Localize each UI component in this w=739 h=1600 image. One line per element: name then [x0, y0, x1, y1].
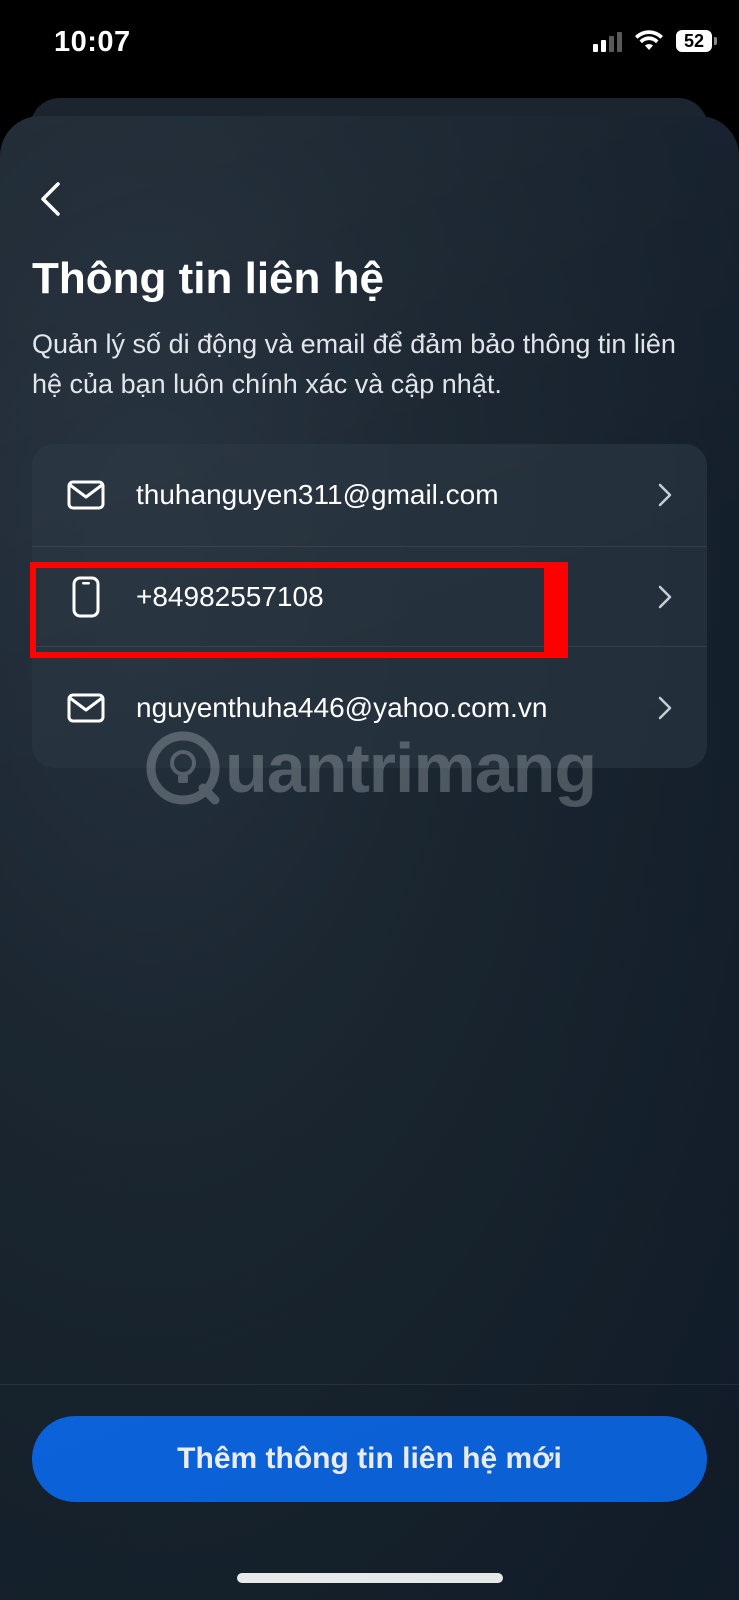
contact-email-value: nguyenthuha446@yahoo.com.vn: [136, 691, 548, 723]
mail-icon: [66, 688, 106, 728]
contact-email-value: thuhanguyen311@gmail.com: [136, 479, 499, 510]
status-time: 10:07: [54, 26, 131, 58]
footer-divider: [0, 1384, 739, 1385]
battery-level: 52: [676, 30, 712, 52]
home-indicator: [237, 1573, 503, 1583]
status-icons: 52: [593, 30, 717, 52]
chevron-left-icon: [41, 182, 60, 216]
page-title: Thông tin liên hệ: [32, 254, 384, 303]
phone-icon: [66, 576, 106, 617]
chevron-right-icon: [658, 483, 672, 507]
signal-icon: [593, 30, 622, 52]
contact-list: thuhanguyen311@gmail.com +84982557108 ng…: [32, 444, 707, 768]
mail-icon: [66, 475, 106, 515]
chevron-right-icon: [658, 696, 672, 719]
contact-row-email[interactable]: thuhanguyen311@gmail.com: [32, 444, 707, 546]
status-bar: 10:07 52: [0, 0, 739, 95]
add-contact-button[interactable]: Thêm thông tin liên hệ mới: [32, 1416, 707, 1502]
back-button[interactable]: [30, 174, 70, 224]
contact-info-sheet: Thông tin liên hệ Quản lý số di động và …: [0, 116, 739, 1600]
battery-icon: 52: [676, 30, 717, 52]
chevron-right-icon: [658, 585, 672, 608]
contact-phone-value: +84982557108: [136, 580, 324, 612]
contact-row-email[interactable]: nguyenthuha446@yahoo.com.vn: [32, 646, 707, 768]
contact-row-phone[interactable]: +84982557108: [32, 546, 707, 646]
wifi-icon: [635, 30, 663, 50]
page-subtitle: Quản lý số di động và email để đảm bảo t…: [32, 329, 676, 399]
